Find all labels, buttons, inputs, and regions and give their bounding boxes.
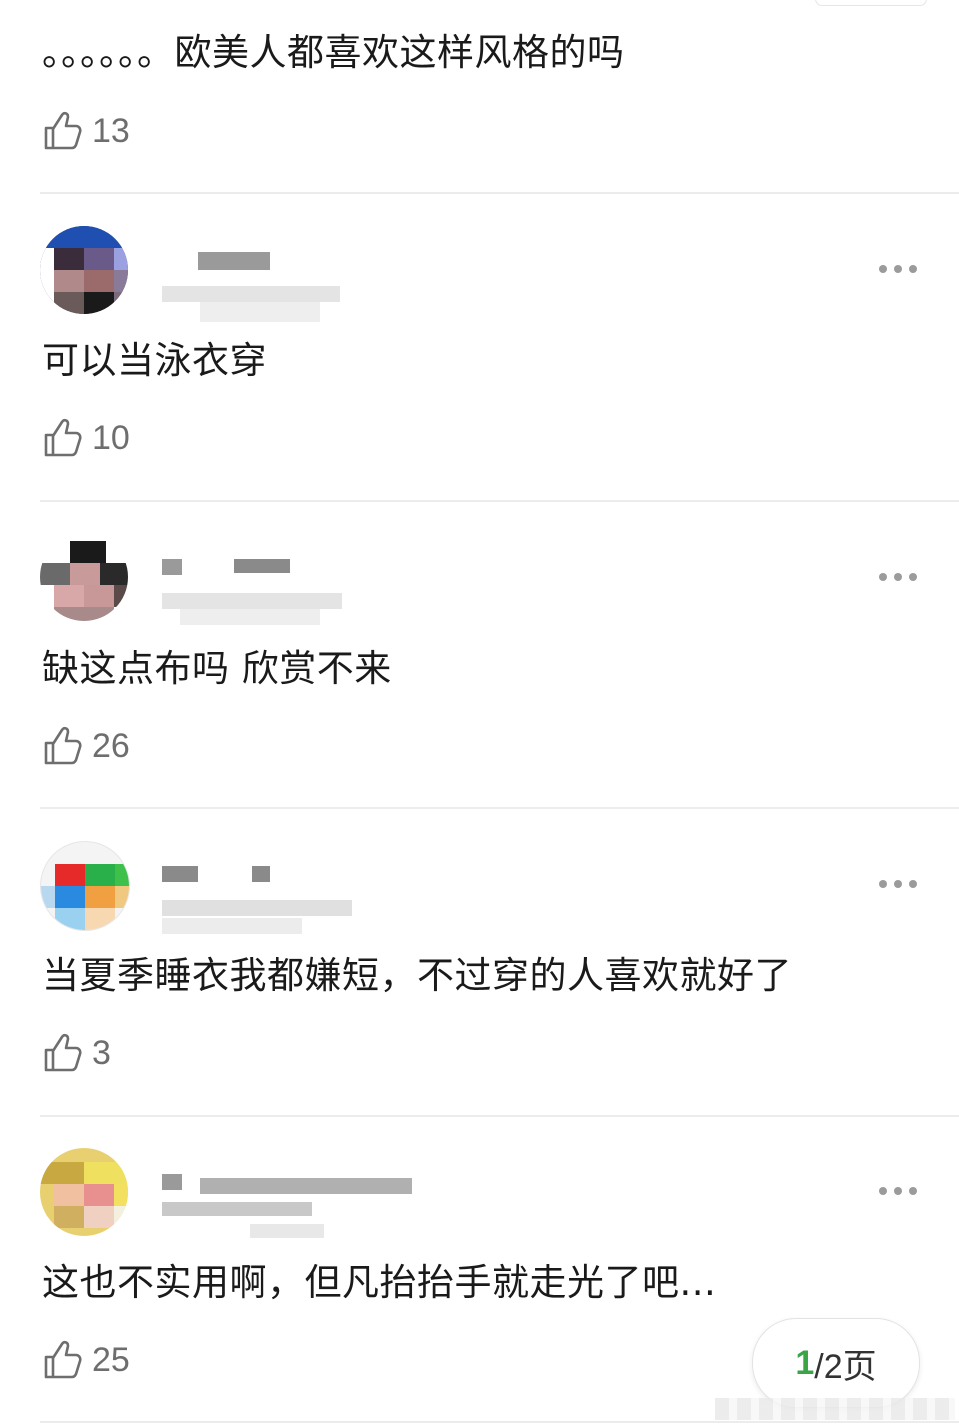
avatar[interactable] — [40, 533, 128, 621]
current-page: 1 — [795, 1343, 815, 1382]
divider — [40, 807, 959, 809]
top-pill — [815, 0, 927, 6]
like-count: 26 — [92, 726, 130, 765]
like-button[interactable]: 25 — [42, 1337, 130, 1383]
watermark — [715, 1398, 955, 1420]
divider — [40, 1421, 959, 1423]
comment-text: 可以当泳衣穿 — [42, 339, 267, 382]
thumbs-up-icon — [42, 417, 82, 459]
more-dots-icon[interactable] — [872, 562, 924, 592]
thumbs-up-icon — [42, 110, 82, 152]
like-count: 13 — [92, 111, 130, 150]
like-button[interactable]: 3 — [42, 1030, 111, 1076]
comment-text: 这也不实用啊，但凡抬抬手就走光了吧... — [42, 1261, 717, 1304]
like-button[interactable]: 26 — [42, 723, 130, 769]
thumbs-up-icon — [42, 725, 82, 767]
divider — [40, 192, 959, 194]
avatar[interactable] — [40, 841, 130, 931]
comment-text: 缺这点布吗 欣赏不来 — [42, 647, 392, 690]
like-count: 25 — [92, 1340, 130, 1379]
like-button[interactable]: 13 — [42, 108, 130, 154]
like-count: 3 — [92, 1033, 111, 1072]
total-pages-label: /2页 — [814, 1347, 877, 1386]
thumbs-up-icon — [42, 1339, 82, 1381]
avatar[interactable] — [40, 1148, 128, 1236]
like-count: 10 — [92, 418, 130, 457]
comment-text: 。。。。。。欧美人都喜欢这样风格的吗 — [42, 31, 625, 74]
like-button[interactable]: 10 — [42, 415, 130, 461]
page-indicator-button[interactable]: 1 /2页 — [752, 1318, 920, 1408]
comment-text: 当夏季睡衣我都嫌短，不过穿的人喜欢就好了 — [42, 954, 792, 997]
divider — [40, 500, 959, 502]
more-dots-icon[interactable] — [872, 869, 924, 899]
more-dots-icon[interactable] — [872, 1176, 924, 1206]
thumbs-up-icon — [42, 1032, 82, 1074]
more-dots-icon[interactable] — [872, 254, 924, 284]
divider — [40, 1115, 959, 1117]
avatar[interactable] — [40, 226, 128, 314]
